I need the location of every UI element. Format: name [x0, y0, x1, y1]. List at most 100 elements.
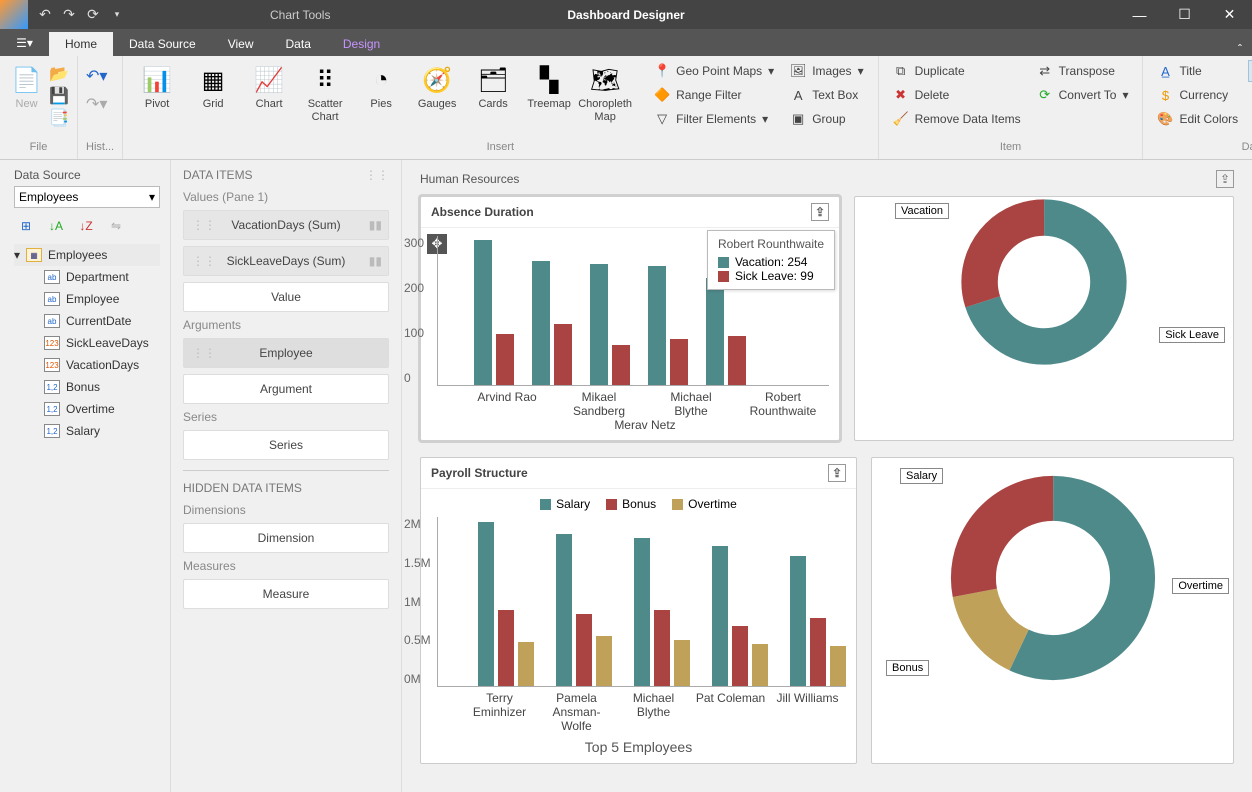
save-icon[interactable]: 💾 [49, 86, 69, 106]
gauges-button[interactable]: 🧭Gauges [411, 60, 463, 136]
update-button[interactable]: ⟳Update [1248, 84, 1252, 106]
cards-icon: 🗂 [477, 64, 509, 96]
tree-root[interactable]: ▾ ▦ Employees [14, 244, 160, 266]
treemap-button[interactable]: ▚Treemap [523, 60, 575, 136]
donut-label-vacation: Vacation [895, 203, 949, 219]
redo-button[interactable]: ↷▾ [86, 94, 107, 114]
chart-icon: 📈 [253, 64, 285, 96]
measures-label: Measures [183, 559, 389, 573]
tree-field[interactable]: 1,2Salary [36, 420, 160, 442]
transpose-icon: ⇄ [1037, 63, 1053, 79]
tree-field[interactable]: abDepartment [36, 266, 160, 288]
sort-desc-icon[interactable]: ↓Z [76, 216, 96, 236]
file-menu-button[interactable]: ☰▾ [0, 29, 49, 56]
absence-bar-card[interactable]: Absence Duration ⇪ ✥ 3002001000 Arvind R… [420, 196, 840, 441]
choropleth-button[interactable]: 🗺Choropleth Map [579, 60, 631, 136]
parameters-button[interactable]: ⚙Parameters [1248, 108, 1252, 130]
series-placeholder[interactable]: Series [183, 430, 389, 460]
new-button[interactable]: 📄 New [8, 60, 45, 136]
contextual-tab-title: Chart Tools [270, 8, 330, 22]
measure-placeholder[interactable]: Measure [183, 579, 389, 609]
export-card-icon[interactable]: ⇪ [828, 464, 846, 482]
maximize-button[interactable]: ☐ [1162, 0, 1207, 29]
tab-home[interactable]: Home [49, 32, 113, 56]
tab-view[interactable]: View [212, 32, 270, 56]
grid-button[interactable]: ▦Grid [187, 60, 239, 136]
dashboard-canvas: Human Resources ⇪ Absence Duration ⇪ ✥ 3… [402, 160, 1252, 792]
currency-button[interactable]: $Currency [1151, 84, 1244, 106]
tree-field[interactable]: 1,2Bonus [36, 376, 160, 398]
export-card-icon[interactable]: ⇪ [811, 203, 829, 221]
filter-elements-button[interactable]: ▽Filter Elements ▾ [648, 108, 780, 130]
tree-field[interactable]: 123SickLeaveDays [36, 332, 160, 354]
images-button[interactable]: 🖼Images ▾ [784, 60, 869, 82]
tree-field[interactable]: 123VacationDays [36, 354, 160, 376]
tree-field[interactable]: abEmployee [36, 288, 160, 310]
convert-button[interactable]: ⟳Convert To ▾ [1031, 84, 1135, 106]
tab-data-source[interactable]: Data Source [113, 32, 212, 56]
qat-dropdown-icon[interactable]: ▾ [108, 6, 126, 24]
edit-colors-button[interactable]: 🎨Edit Colors [1151, 108, 1244, 130]
add-dataset-icon[interactable]: ⊞ [16, 216, 36, 236]
save-as-icon[interactable]: 📑 [49, 108, 69, 128]
ds-select[interactable]: Employees▾ [14, 186, 160, 208]
argument-pill[interactable]: ⋮⋮Employee [183, 338, 389, 368]
pivot-button[interactable]: 📊Pivot [131, 60, 183, 136]
title-button[interactable]: A̲Title [1151, 60, 1244, 82]
payroll-donut-chart [948, 473, 1158, 683]
chart-button[interactable]: 📈Chart [243, 60, 295, 136]
value-pill[interactable]: ⋮⋮SickLeaveDays (Sum)▮▮ [183, 246, 389, 276]
sort-asc-icon[interactable]: ↓A [46, 216, 66, 236]
field-label: Salary [66, 424, 100, 438]
redo-icon[interactable]: ↷ [60, 6, 78, 24]
open-icon[interactable]: 📂 [49, 64, 69, 84]
minimize-button[interactable]: — [1117, 0, 1162, 29]
remove-data-button[interactable]: 🧹Remove Data Items [887, 108, 1027, 130]
data-items-options-icon[interactable]: ⋮⋮ [365, 168, 389, 182]
undo-icon[interactable]: ↶ [36, 6, 54, 24]
absence-donut-card[interactable]: Vacation Sick Leave [854, 196, 1234, 441]
duplicate-button[interactable]: ⧉Duplicate [887, 60, 1027, 82]
ds-select-value: Employees [19, 190, 78, 204]
images-icon: 🖼 [790, 63, 806, 79]
remove-data-icon: 🧹 [893, 111, 909, 127]
range-filter-button[interactable]: 🔶Range Filter [648, 84, 780, 106]
automatic-updates-button[interactable]: ⟳Automatic Updates [1248, 60, 1252, 82]
filter-toggle-icon[interactable]: ⇋ [106, 216, 126, 236]
tree-root-label: Employees [48, 248, 107, 262]
pivot-icon: 📊 [141, 64, 173, 96]
tooltip-name: Robert Rounthwaite [718, 237, 824, 251]
cards-button[interactable]: 🗂Cards [467, 60, 519, 136]
group-button[interactable]: ▣Group [784, 108, 869, 130]
hidden-items-title: HIDDEN DATA ITEMS [183, 481, 302, 495]
chart-type-icon[interactable]: ▮▮ [369, 218, 382, 232]
tree-field[interactable]: abCurrentDate [36, 310, 160, 332]
export-dashboard-icon[interactable]: ⇪ [1216, 170, 1234, 188]
textbox-button[interactable]: AText Box [784, 84, 869, 106]
argument-placeholder[interactable]: Argument [183, 374, 389, 404]
value-pill[interactable]: ⋮⋮VacationDays (Sum)▮▮ [183, 210, 389, 240]
collapse-ribbon-icon[interactable]: ˆ [1238, 42, 1242, 56]
refresh-icon[interactable]: ⟳ [84, 6, 102, 24]
payroll-bar-card[interactable]: Payroll Structure ⇪ Salary Bonus Overtim… [420, 457, 857, 764]
delete-button[interactable]: ✖Delete [887, 84, 1027, 106]
tree-field[interactable]: 1,2Overtime [36, 398, 160, 420]
transpose-button[interactable]: ⇄Transpose [1031, 60, 1135, 82]
value-placeholder[interactable]: Value [183, 282, 389, 312]
chart-type-icon[interactable]: ▮▮ [369, 254, 382, 268]
filter-icon: ▽ [654, 111, 670, 127]
pies-icon: ◔ [365, 64, 397, 96]
convert-icon: ⟳ [1037, 87, 1053, 103]
payroll-donut-card[interactable]: Salary Overtime Bonus [871, 457, 1234, 764]
tab-data[interactable]: Data [270, 32, 327, 56]
treemap-icon: ▚ [533, 64, 565, 96]
geo-point-button[interactable]: 📍Geo Point Maps ▾ [648, 60, 780, 82]
undo-button[interactable]: ↶▾ [86, 66, 107, 86]
pies-button[interactable]: ◔Pies [355, 60, 407, 136]
tab-design[interactable]: Design [327, 32, 396, 56]
swatch-bonus-icon [606, 499, 617, 510]
dimension-placeholder[interactable]: Dimension [183, 523, 389, 553]
scatter-button[interactable]: ⠿Scatter Chart [299, 60, 351, 136]
close-button[interactable]: ✕ [1207, 0, 1252, 29]
field-type-icon: 1,2 [44, 402, 60, 416]
